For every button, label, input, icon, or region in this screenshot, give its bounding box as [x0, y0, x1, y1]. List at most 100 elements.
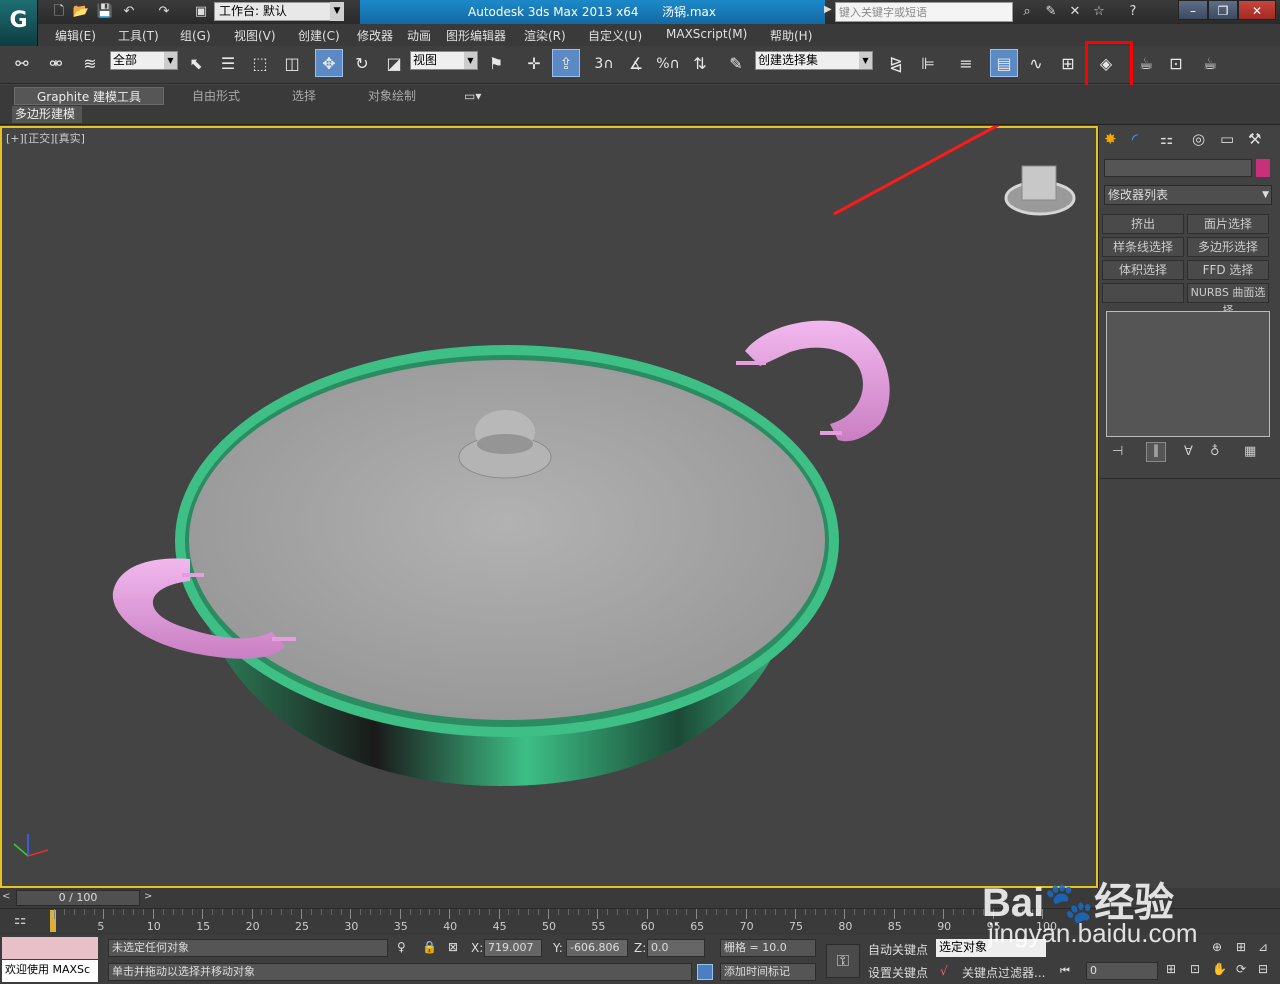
create-tab-icon[interactable]: ✸	[1104, 130, 1117, 148]
hierarchy-tab-icon[interactable]: ⚏	[1160, 130, 1173, 148]
subscription-icon[interactable]: ✎	[1042, 3, 1060, 21]
y-coordinate-field[interactable]: -606.806	[566, 939, 628, 957]
binoculars-icon[interactable]: ⌕	[1018, 3, 1036, 21]
remove-modifier-icon[interactable]: ♁	[1210, 444, 1220, 459]
menu-views[interactable]: 视图(V)	[234, 27, 276, 44]
x-coordinate-field[interactable]: 719.007	[484, 939, 542, 957]
key-filters-button[interactable]: 关键点过滤器...	[962, 964, 1045, 981]
selection-lock-icon[interactable]: 🔒	[422, 940, 437, 954]
time-prev-icon[interactable]: <	[2, 891, 10, 902]
graphite-toggle-icon[interactable]: ▤	[990, 49, 1018, 77]
make-unique-icon[interactable]: ∀	[1184, 444, 1193, 459]
align-icon[interactable]: ⊫	[914, 50, 942, 78]
auto-key-button[interactable]: 自动关键点	[868, 941, 928, 958]
chevron-down-icon[interactable]: ▼	[330, 2, 344, 21]
current-frame-field[interactable]: 0	[1086, 962, 1158, 980]
time-slider-thumb[interactable]: 0 / 100	[16, 890, 140, 906]
communication-icon[interactable]: ✕	[1066, 3, 1084, 21]
percent-snap-icon[interactable]: %∩	[654, 50, 682, 78]
rendered-frame-window-icon[interactable]: ⊡	[1162, 50, 1190, 78]
go-to-start-icon[interactable]: ⏮	[1060, 964, 1070, 978]
select-by-name-icon[interactable]: ☰	[214, 50, 242, 78]
extrude-button[interactable]: 挤出	[1102, 214, 1184, 234]
empty-modifier-button[interactable]	[1102, 283, 1184, 303]
menu-modifiers[interactable]: 修改器	[357, 27, 393, 44]
snaps-toggle-icon[interactable]: 3∩	[590, 50, 618, 78]
angle-snap-icon[interactable]: ∡	[622, 50, 650, 78]
favorites-star-icon[interactable]: ☆	[1090, 3, 1108, 21]
save-icon[interactable]: 💾	[96, 3, 114, 21]
tab-object-paint[interactable]: 对象绘制	[368, 87, 416, 105]
menu-tools[interactable]: 工具(T)	[118, 27, 159, 44]
ffd-select-button[interactable]: FFD 选择	[1187, 260, 1269, 280]
select-and-rotate-icon[interactable]: ↻	[348, 50, 376, 78]
render-setup-icon[interactable]: ☕	[1132, 50, 1160, 78]
menu-group[interactable]: 组(G)	[180, 27, 211, 44]
add-time-tag[interactable]: 添加时间标记	[720, 963, 816, 981]
modifier-stack-list[interactable]	[1106, 311, 1270, 437]
zoom-all-icon[interactable]: ⊕	[1212, 940, 1222, 954]
keyboard-shortcut-override-icon[interactable]: ⇪	[552, 49, 580, 77]
project-folder-icon[interactable]: ▣	[192, 3, 210, 21]
viewcube[interactable]	[1021, 165, 1057, 201]
zoom-extents-icon[interactable]: ⊡	[1190, 962, 1200, 976]
patch-select-button[interactable]: 面片选择	[1187, 214, 1269, 234]
object-name-field[interactable]	[1104, 159, 1252, 177]
bind-space-warp-icon[interactable]: ≋	[76, 50, 104, 78]
spinner-snap-icon[interactable]: ⇅	[686, 50, 714, 78]
polygon-modeling-panel[interactable]: 多边形建模	[12, 106, 82, 123]
menu-customize[interactable]: 自定义(U)	[588, 27, 642, 44]
menu-rendering[interactable]: 渲染(R)	[524, 27, 566, 44]
orbit-icon[interactable]: ⟳	[1236, 962, 1246, 976]
restore-button[interactable]: ❐	[1208, 0, 1238, 20]
menu-maxscript[interactable]: MAXScript(M)	[666, 27, 747, 41]
z-coordinate-field[interactable]: 0.0	[647, 939, 705, 957]
open-file-icon[interactable]: 📂	[72, 3, 90, 21]
tab-freeform[interactable]: 自由形式	[192, 87, 240, 105]
maximize-viewport-icon[interactable]: ⊟	[1258, 962, 1268, 976]
configure-modifier-sets-icon[interactable]: ▦	[1244, 444, 1256, 459]
poly-select-button[interactable]: 多边形选择	[1187, 237, 1269, 257]
tab-selection[interactable]: 选择	[292, 87, 316, 105]
edit-named-selection-icon[interactable]: ✎	[722, 50, 750, 78]
close-button[interactable]: ✕	[1238, 0, 1276, 20]
spline-select-button[interactable]: 样条线选择	[1102, 237, 1184, 257]
object-color-swatch[interactable]	[1256, 159, 1270, 177]
time-configuration-icon[interactable]: ⊞	[1166, 962, 1176, 976]
rectangular-selection-icon[interactable]: ⬚	[246, 50, 274, 78]
menu-graph-editors[interactable]: 图形编辑器	[446, 27, 506, 44]
zoom-extents-all-icon[interactable]: ⊞	[1236, 940, 1246, 954]
pivot-center-icon[interactable]: ⚑	[482, 50, 510, 78]
menu-help[interactable]: 帮助(H)	[770, 27, 812, 44]
field-of-view-icon[interactable]: ⊿	[1258, 940, 1268, 954]
layer-manager-icon[interactable]: ≡	[952, 50, 980, 78]
set-key-icon[interactable]: ⚿	[826, 944, 860, 978]
nurbs-surface-select-button[interactable]: NURBS 曲面选择	[1187, 283, 1269, 317]
help-icon[interactable]: ?	[1124, 3, 1142, 21]
redo-icon[interactable]: ↷	[155, 3, 173, 21]
new-file-icon[interactable]: 🗋	[50, 3, 68, 21]
time-tag-icon[interactable]	[697, 964, 713, 980]
volume-select-button[interactable]: 体积选择	[1102, 260, 1184, 280]
render-production-icon[interactable]: ☕	[1196, 50, 1224, 78]
menu-edit[interactable]: 编辑(E)	[55, 27, 96, 44]
minimize-button[interactable]: –	[1178, 0, 1208, 20]
mirror-icon[interactable]: ⧎	[882, 50, 910, 78]
set-key-button[interactable]: 设置关键点	[868, 964, 928, 981]
app-logo-icon[interactable]: G	[0, 0, 38, 46]
modifier-list-dropdown[interactable]: 修改器列表 ▼	[1104, 185, 1272, 205]
unlink-icon[interactable]: ⚮	[42, 50, 70, 78]
motion-tab-icon[interactable]: ◎	[1192, 130, 1205, 148]
ribbon-options-icon[interactable]: ▭▾	[464, 87, 481, 105]
display-tab-icon[interactable]: ▭	[1220, 130, 1234, 148]
curve-editor-icon[interactable]: ∿	[1022, 50, 1050, 78]
absolute-mode-transform-icon[interactable]: ⊠	[448, 940, 458, 954]
pin-stack-icon[interactable]: ⊣	[1112, 444, 1123, 459]
show-end-result-icon[interactable]: ‖	[1146, 442, 1166, 462]
isolate-selection-icon[interactable]: ♀	[397, 940, 406, 954]
select-and-scale-icon[interactable]: ◪	[380, 50, 408, 78]
tab-graphite-modeling[interactable]: Graphite 建模工具	[14, 87, 164, 105]
select-object-icon[interactable]: ⬉	[182, 50, 210, 78]
modify-tab-icon[interactable]: ◜	[1132, 130, 1138, 148]
workspace-dropdown[interactable]: 工作台: 默认	[214, 2, 344, 21]
